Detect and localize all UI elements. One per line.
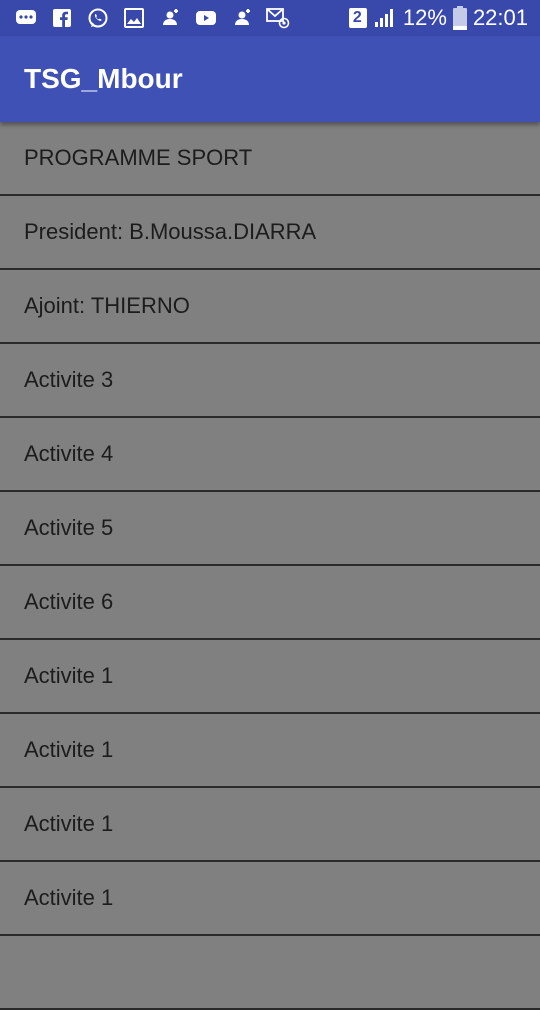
list-item-label: Activite 1 xyxy=(24,885,114,910)
list-item[interactable]: Activite 6 xyxy=(0,566,540,640)
list-item[interactable] xyxy=(0,936,540,1010)
list-item-label: President: B.Moussa.DIARRA xyxy=(24,219,317,244)
whatsapp-icon xyxy=(86,6,110,30)
list-item[interactable]: Activite 4 xyxy=(0,418,540,492)
contact-icon xyxy=(230,6,254,30)
list-item[interactable]: Activite 1 xyxy=(0,640,540,714)
email-icon xyxy=(266,6,290,30)
youtube-icon xyxy=(194,6,218,30)
list-item-label: Activite 1 xyxy=(24,811,114,836)
list-item-label: Activite 5 xyxy=(24,515,114,540)
list-item[interactable]: Activite 1 xyxy=(0,862,540,936)
list-item-label: Activite 3 xyxy=(24,367,114,392)
list-item-label: Activite 1 xyxy=(24,663,114,688)
app-title: TSG_Mbour xyxy=(24,63,183,94)
messenger-icon xyxy=(14,6,38,30)
system-status: 2 12% 22:01 xyxy=(348,0,528,36)
battery-percent: 12% xyxy=(402,5,447,30)
list-item-label: PROGRAMME SPORT xyxy=(24,145,253,170)
list-item[interactable]: President: B.Moussa.DIARRA xyxy=(0,196,540,270)
list-item[interactable]: Activite 3 xyxy=(0,344,540,418)
list-item[interactable]: Activite 1 xyxy=(0,788,540,862)
list-item-label: Ajoint: THIERNO xyxy=(24,293,190,318)
app-bar: TSG_Mbour xyxy=(0,36,540,122)
list-item-label: Activite 4 xyxy=(24,441,114,466)
list-item-label: Activite 1 xyxy=(24,737,114,762)
signal-icon xyxy=(373,7,397,29)
list-item[interactable]: Activite 1 xyxy=(0,714,540,788)
list-item[interactable]: Ajoint: THIERNO xyxy=(0,270,540,344)
battery-icon xyxy=(452,6,467,30)
notification-icons xyxy=(14,6,290,30)
facebook-icon xyxy=(50,6,74,30)
status-bar: 2 12% 22:01 xyxy=(0,0,540,36)
activity-list[interactable]: PROGRAMME SPORT President: B.Moussa.DIARR… xyxy=(0,122,540,1010)
sim-badge: 2 xyxy=(348,7,367,29)
clock: 22:01 xyxy=(472,5,528,30)
image-icon xyxy=(122,6,146,30)
list-item-label: Activite 6 xyxy=(24,589,114,614)
list-item[interactable]: PROGRAMME SPORT xyxy=(0,122,540,196)
list-item[interactable]: Activite 5 xyxy=(0,492,540,566)
contact-icon xyxy=(158,6,182,30)
